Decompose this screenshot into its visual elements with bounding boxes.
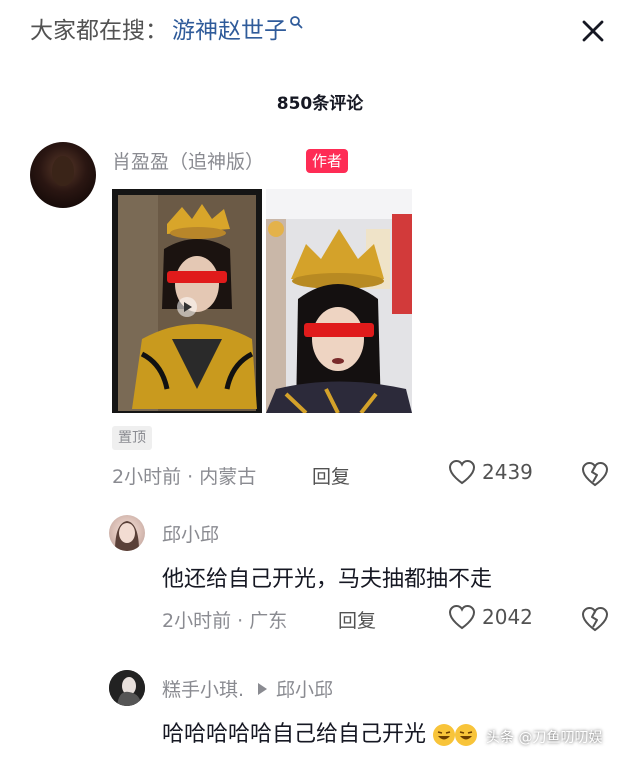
reply-author-name: 糕手小琪. [162, 679, 245, 701]
comment-time-location: 2小时前 · 内蒙古 [112, 466, 257, 488]
comment-image[interactable] [112, 189, 262, 413]
reply-button[interactable]: 回复 [312, 462, 350, 489]
heart-icon [448, 459, 476, 485]
reply-text-content: 哈哈哈哈哈自己给自己开光 [162, 722, 427, 747]
pinned-tag: 置顶 [112, 426, 152, 450]
comment-meta: 2小时前 · 内蒙古 [112, 462, 256, 489]
reply-time-location: 2小时前 · 广东 [162, 610, 288, 632]
reply-text: 他还给自己开光，马夫抽都抽不走 [162, 567, 493, 592]
comment-image[interactable] [266, 189, 412, 413]
reply-author-name: 邱小邱 [162, 524, 220, 546]
search-suggestion-term[interactable]: 游神赵世子 [172, 11, 287, 45]
reply-text: 哈哈哈哈哈自己给自己开光 [162, 716, 478, 748]
comment-author[interactable]: 肖盈盈（追神版） [112, 147, 264, 174]
watermark-text: 头条 @刀鱼叨叨娱 [486, 730, 603, 746]
like-count: 2042 [482, 605, 533, 629]
search-suggestion-label: 大家都在搜： [30, 18, 168, 44]
laughing-emoji-icon [433, 724, 456, 746]
reply-author[interactable]: 糕手小琪. 邱小邱 [162, 675, 333, 702]
avatar[interactable] [109, 670, 145, 706]
reply-button[interactable]: 回复 [338, 606, 376, 633]
avatar[interactable] [109, 515, 145, 551]
laughing-emoji-icon [455, 724, 478, 746]
comment-count: 850条评论 [276, 94, 364, 114]
like-button[interactable]: 2439 [448, 459, 533, 485]
watermark: 头条 @刀鱼叨叨娱 [486, 727, 602, 747]
search-icon [290, 16, 303, 29]
reply-author[interactable]: 邱小邱 [162, 520, 219, 547]
reply-to-name[interactable]: 邱小邱 [276, 675, 333, 702]
reply-arrow-icon [258, 682, 268, 695]
broken-heart-icon[interactable] [581, 460, 609, 488]
heart-icon [448, 604, 476, 630]
avatar[interactable] [30, 142, 96, 208]
comment-images [112, 189, 412, 413]
reply-meta: 2小时前 · 广东 [162, 606, 287, 633]
author-badge: 作者 [306, 149, 349, 173]
search-suggestion[interactable]: 大家都在搜： 游神赵世子 [30, 10, 303, 46]
like-count: 2439 [482, 460, 533, 484]
like-button[interactable]: 2042 [448, 604, 533, 630]
close-icon[interactable] [578, 16, 608, 46]
broken-heart-icon[interactable] [581, 605, 609, 633]
